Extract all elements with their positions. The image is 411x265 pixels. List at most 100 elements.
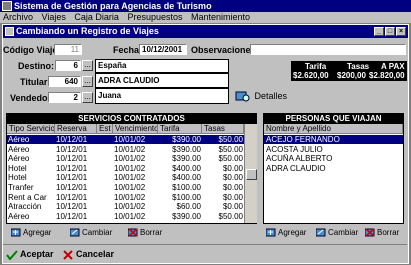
destino-label: Destino: (18, 61, 54, 71)
table-cell: Hotel (8, 163, 27, 173)
list-item[interactable]: ACUÑA ALBERTO (264, 154, 403, 163)
agregar-icon (11, 228, 21, 237)
destino-code-field[interactable]: 6 (55, 60, 81, 71)
maximize-button[interactable]: □ (385, 27, 395, 36)
table-cell: $50.00 (218, 144, 243, 154)
destino-name: España (95, 59, 229, 73)
table-cell: Tranfer (8, 183, 34, 192)
destino-lookup-button[interactable]: ... (82, 60, 93, 71)
titular-code-field[interactable]: 640 (48, 76, 81, 87)
aceptar-label: Aceptar (20, 249, 54, 259)
menu-mantenimiento[interactable]: Mantenimiento (191, 12, 250, 22)
personas-borrar-label: Borrar (377, 228, 400, 237)
table-cell: 10/12/01 (56, 144, 88, 154)
list-item[interactable]: ACOSTA JULIO (264, 145, 403, 154)
total-tasas: $200,00 (337, 71, 366, 80)
personas-borrar-button[interactable]: Borrar (365, 228, 399, 238)
borrar-icon (365, 228, 375, 237)
col-tarifa[interactable]: Tarifa (158, 124, 202, 134)
totals-header-tasas: Tasas (347, 62, 370, 71)
col-est[interactable]: Est (97, 124, 113, 134)
servicios-agregar-label: Agregar (23, 228, 52, 237)
table-cell: $390.00 (172, 211, 201, 221)
window-title: Cambiando un Registro de Viajes (16, 26, 159, 36)
table-cell: 10/12/01 (56, 183, 88, 192)
col-vencimiento[interactable]: Vencimiento (113, 124, 158, 134)
table-cell: $0.00 (222, 163, 243, 173)
table-cell: Aéreo (8, 135, 54, 144)
vendedor-lookup-button[interactable]: ... (82, 92, 93, 103)
observaciones-field[interactable] (250, 44, 406, 55)
table-cell: 10/12/01 (56, 211, 88, 221)
menu-archivo[interactable]: Archivo (3, 12, 33, 22)
minimize-button[interactable]: _ (374, 27, 384, 36)
table-cell: 10/01/02 (114, 202, 146, 212)
personas-title: PERSONAS QUE VIAJAN (264, 114, 403, 124)
table-cell: 10/12/01 (56, 173, 88, 183)
table-cell: Rent a Car (8, 192, 47, 202)
borrar-icon (128, 228, 138, 237)
servicios-scrollbar[interactable] (244, 124, 257, 223)
table-cell: 10/01/02 (114, 192, 146, 202)
titular-lookup-button[interactable]: ... (82, 76, 93, 87)
list-item[interactable]: ACEJO FERNANDO (264, 135, 403, 144)
aceptar-button[interactable]: Aceptar (6, 249, 54, 260)
table-cell: 10/01/02 (114, 183, 146, 192)
vendedor-code-field[interactable]: 2 (48, 92, 81, 103)
servicios-agregar-button[interactable]: Agregar (11, 228, 51, 238)
table-cell: Atracción (8, 202, 42, 212)
table-cell: 10/12/01 (56, 202, 88, 212)
table-cell: $400.00 (172, 173, 201, 183)
table-cell: $0.00 (222, 192, 243, 202)
personas-agregar-label: Agregar (278, 228, 307, 237)
observaciones-label: Observaciones: (191, 45, 259, 55)
table-cell: Aéreo (8, 211, 30, 221)
servicios-cambiar-button[interactable]: Cambiar (70, 228, 112, 238)
detalles-label: Detalles (254, 91, 288, 101)
menu-bar: Archivo Viajes Caja Diaria Presupuestos … (0, 12, 411, 23)
titular-name: ADRA CLAUDIO (95, 73, 229, 88)
table-cell: 10/12/01 (56, 192, 88, 202)
table-cell: 10/01/02 (114, 135, 157, 144)
totals-header-tarifa: Tarifa (305, 62, 327, 71)
total-apax: $2.820,00 (369, 71, 405, 80)
fecha-field[interactable]: 10/12/2001 (139, 44, 187, 55)
fecha-label: Fecha: (113, 45, 143, 55)
col-reserva[interactable]: Reserva (55, 124, 97, 134)
app-icon (2, 1, 12, 11)
close-button[interactable]: × (396, 27, 406, 36)
servicios-borrar-button[interactable]: Borrar (128, 228, 162, 238)
table-cell: 10/01/02 (114, 154, 146, 164)
app-title: Sistema de Gestión para Agencias de Turi… (14, 1, 212, 11)
totals-header-apax: A PAX (381, 62, 405, 71)
table-cell: $0.00 (222, 183, 243, 192)
codigo-field[interactable]: 11 (54, 44, 82, 55)
cancelar-button[interactable]: Cancelar (62, 249, 114, 260)
personas-cambiar-button[interactable]: Cambiar (316, 228, 358, 238)
menu-caja-diaria[interactable]: Caja Diaria (74, 12, 119, 22)
detalles-button[interactable]: Detalles (235, 91, 287, 102)
table-cell: 10/12/01 (56, 154, 88, 164)
table-cell: Aéreo (8, 144, 30, 154)
table-cell: 10/01/02 (114, 173, 146, 183)
table-cell: $400.00 (172, 163, 201, 173)
servicios-borrar-label: Borrar (140, 228, 163, 237)
table-cell: $390.00 (172, 154, 201, 164)
menu-presupuestos[interactable]: Presupuestos (127, 12, 182, 22)
cambiar-icon (316, 228, 326, 237)
col-nombre-apellido[interactable]: Nombre y Apellido (264, 124, 403, 134)
app-titlebar: Sistema de Gestión para Agencias de Turi… (0, 0, 411, 12)
personas-agregar-button[interactable]: Agregar (266, 228, 306, 238)
col-tasas[interactable]: Tasas (202, 124, 244, 134)
table-cell: Aéreo (8, 154, 30, 164)
cancelar-label: Cancelar (76, 249, 115, 259)
col-tipo-servicio[interactable]: Tipo Servicio (7, 124, 55, 134)
totals-box: Tarifa Tasas A PAX $2.620,00 $200,00 $2.… (291, 61, 407, 81)
list-item[interactable]: ADRA CLAUDIO (264, 164, 403, 173)
codigo-label: Código Viaje: (3, 45, 61, 55)
menu-viajes[interactable]: Viajes (42, 12, 66, 22)
titular-label: Titular: (20, 77, 51, 87)
window-titlebar: Cambiando un Registro de Viajes _ □ × (3, 25, 408, 38)
table-cell: 10/12/01 (56, 135, 96, 144)
servicios-scroll-thumb[interactable] (246, 169, 257, 180)
